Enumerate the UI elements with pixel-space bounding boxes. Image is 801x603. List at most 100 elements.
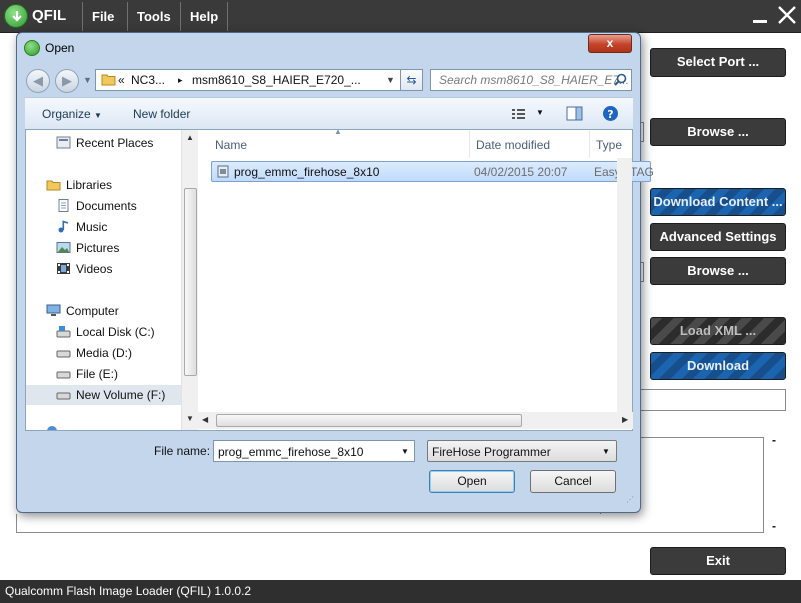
view-dropdown-icon[interactable]: ▼ bbox=[536, 108, 544, 117]
recent-places-icon bbox=[56, 136, 71, 149]
scroll-right-icon[interactable]: ▶ bbox=[622, 415, 628, 424]
dialog-close-button[interactable]: x bbox=[588, 34, 632, 53]
address-bar[interactable]: « NC3... ▸ msm8610_S8_HAIER_E720_... ▼ bbox=[95, 69, 423, 91]
menu-file[interactable]: File bbox=[82, 2, 123, 31]
drive-icon bbox=[56, 367, 71, 380]
nav-label: Computer bbox=[66, 304, 119, 318]
refresh-button[interactable]: ⇆ bbox=[400, 69, 423, 91]
nav-item-local-disk-c[interactable]: Local Disk (C:) bbox=[26, 322, 181, 342]
nav-item-media-d[interactable]: Media (D:) bbox=[26, 343, 181, 363]
computer-icon bbox=[46, 304, 61, 317]
nav-item-documents[interactable]: Documents bbox=[26, 196, 181, 216]
nav-scrollbar[interactable]: ▲ ▼ bbox=[181, 130, 198, 430]
download-button[interactable]: Download bbox=[650, 352, 786, 380]
nav-label: Local Disk (C:) bbox=[76, 325, 155, 339]
address-dropdown-icon[interactable]: ▼ bbox=[386, 75, 395, 85]
nav-item-recent-places[interactable]: Recent Places bbox=[26, 133, 181, 153]
nav-label: File (E:) bbox=[76, 367, 118, 381]
drive-icon bbox=[56, 388, 71, 401]
qfil-titlebar: QFIL File Tools Help bbox=[0, 0, 801, 33]
log-expand-dash: - bbox=[772, 433, 776, 447]
scroll-down-icon[interactable]: ▼ bbox=[186, 414, 194, 423]
browse-rawprogram-button[interactable]: Browse ... bbox=[650, 257, 786, 285]
view-options-icon[interactable] bbox=[511, 107, 527, 124]
file-type-select[interactable]: FireHose Programmer ▼ bbox=[427, 440, 617, 462]
nav-label: Documents bbox=[76, 199, 137, 213]
dialog-toolbar: Organize ▼ New folder ▼ ? bbox=[25, 97, 633, 129]
browser-pane: Recent Places Libraries Documents Music … bbox=[25, 127, 654, 431]
menu-help[interactable]: Help bbox=[180, 2, 229, 31]
scroll-up-icon[interactable]: ▲ bbox=[186, 133, 194, 142]
file-type-dropdown-icon: ▼ bbox=[602, 447, 610, 456]
forward-button[interactable]: ▶ bbox=[55, 69, 79, 93]
back-button[interactable]: ◀ bbox=[26, 69, 50, 93]
open-button[interactable]: Open bbox=[429, 470, 515, 493]
svg-text:?: ? bbox=[607, 108, 613, 121]
cancel-button[interactable]: Cancel bbox=[530, 470, 616, 493]
folder-icon bbox=[101, 72, 116, 89]
browse-programmer-button[interactable]: Browse ... bbox=[650, 118, 786, 146]
dialog-title: Open bbox=[45, 41, 75, 55]
log-collapse-dash: - bbox=[772, 519, 776, 533]
search-icon bbox=[614, 73, 627, 89]
nav-label: Media (D:) bbox=[76, 346, 133, 360]
scroll-left-icon[interactable]: ◀ bbox=[202, 415, 208, 424]
local-disk-icon bbox=[56, 325, 71, 338]
column-type[interactable]: Type bbox=[590, 130, 650, 158]
documents-icon bbox=[56, 199, 71, 212]
column-date-modified[interactable]: Date modified bbox=[470, 130, 590, 158]
nav-item-libraries[interactable]: Libraries bbox=[26, 175, 181, 195]
column-name-label: Name bbox=[215, 138, 248, 152]
breadcrumb-overflow[interactable]: « bbox=[118, 73, 125, 87]
breadcrumb-nc3[interactable]: NC3... bbox=[131, 73, 165, 87]
load-xml-button[interactable]: Load XML ... bbox=[650, 317, 786, 345]
nav-scroll-thumb[interactable] bbox=[184, 188, 197, 376]
download-content-button[interactable]: Download Content ... bbox=[650, 188, 786, 216]
preview-pane-icon[interactable] bbox=[566, 106, 583, 124]
file-date: 04/02/2015 20:07 bbox=[474, 165, 568, 179]
nav-item-new-volume-f[interactable]: New Volume (F:) bbox=[26, 385, 181, 405]
file-name-input[interactable]: prog_emmc_firehose_8x10 ▼ bbox=[213, 440, 415, 462]
exit-button[interactable]: Exit bbox=[650, 547, 786, 575]
nav-label: Videos bbox=[76, 262, 113, 276]
resize-grip-icon[interactable]: ⋰ bbox=[626, 495, 634, 504]
nav-item-pictures[interactable]: Pictures bbox=[26, 238, 181, 258]
column-name[interactable]: Name ▲ bbox=[198, 127, 470, 158]
file-name-dropdown-icon[interactable]: ▼ bbox=[401, 447, 409, 456]
music-icon bbox=[56, 220, 71, 233]
list-vscroll[interactable] bbox=[617, 158, 632, 412]
breadcrumb-separator[interactable]: ▸ bbox=[178, 75, 183, 86]
list-hscroll-thumb[interactable] bbox=[216, 414, 522, 427]
videos-icon bbox=[56, 262, 71, 275]
navigation-pane: Recent Places Libraries Documents Music … bbox=[26, 130, 181, 430]
nav-label: New Volume (F:) bbox=[76, 388, 166, 402]
nav-item-music[interactable]: Music bbox=[26, 217, 181, 237]
help-icon[interactable]: ? bbox=[602, 105, 619, 125]
recent-locations-chevron-icon[interactable]: ▼ bbox=[83, 75, 92, 85]
open-dialog: Open x ◀ ▶ ▼ « NC3... ▸ msm8610_S8_HAIER… bbox=[16, 32, 654, 513]
file-row[interactable]: prog_emmc_firehose_8x10 04/02/2015 20:07… bbox=[211, 161, 654, 182]
nav-item-videos[interactable]: Videos bbox=[26, 259, 181, 279]
file-name: prog_emmc_firehose_8x10 bbox=[234, 165, 380, 179]
select-port-button[interactable]: Select Port ... bbox=[650, 48, 786, 77]
nav-item-file-e[interactable]: File (E:) bbox=[26, 364, 181, 384]
new-folder-button[interactable]: New folder bbox=[133, 107, 190, 121]
nav-label: Libraries bbox=[66, 178, 113, 192]
close-icon[interactable] bbox=[776, 4, 800, 26]
nav-label: Music bbox=[76, 220, 108, 234]
breadcrumb-msm8610[interactable]: msm8610_S8_HAIER_E720_... bbox=[192, 73, 361, 87]
app-name: QFIL bbox=[32, 7, 67, 24]
search-input[interactable]: Search msm8610_S8_HAIER_E7... bbox=[430, 69, 632, 91]
advanced-settings-button[interactable]: Advanced Settings bbox=[650, 223, 786, 251]
file-type-value: FireHose Programmer bbox=[432, 445, 551, 459]
menu-tools[interactable]: Tools bbox=[127, 2, 180, 31]
list-hscroll[interactable]: ◀ ▶ bbox=[198, 412, 633, 429]
organize-dropdown-icon: ▼ bbox=[94, 111, 102, 120]
minimize-button[interactable] bbox=[750, 4, 774, 26]
nav-item-computer[interactable]: Computer bbox=[26, 301, 181, 321]
file-icon bbox=[216, 165, 230, 181]
column-type-label: Type bbox=[596, 138, 623, 152]
file-list: Name ▲ Date modified Type prog_emmc_fireh… bbox=[198, 127, 654, 430]
file-name-value: prog_emmc_firehose_8x10 bbox=[218, 445, 364, 459]
organize-button[interactable]: Organize ▼ bbox=[42, 107, 102, 121]
